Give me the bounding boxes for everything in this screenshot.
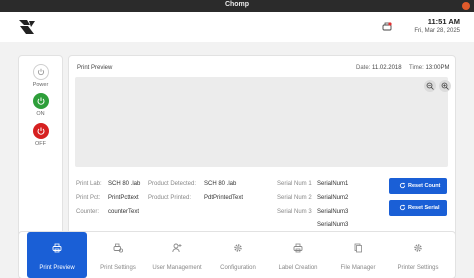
date-label: Date: — [356, 65, 371, 71]
reset-count-label: Reset Count — [408, 183, 441, 189]
counter-label: Counter: — [76, 209, 100, 215]
nav-file-manager[interactable]: File Manager — [328, 232, 388, 278]
date-value: 11.02.2018 — [372, 65, 402, 71]
serial-label: Serial Num 1 — [277, 181, 312, 187]
window-title: Chomp — [224, 1, 250, 8]
serial-value: SerialNum2 — [317, 195, 349, 201]
power-button[interactable] — [33, 64, 49, 80]
power-off-icon — [37, 127, 45, 135]
clock-time: 11:51 AM — [427, 17, 460, 26]
serial-label: Serial Num 2 — [277, 195, 312, 201]
nav-user-management[interactable]: User Management — [147, 232, 207, 278]
on-button[interactable] — [33, 93, 49, 109]
print-lab-row: Print Lab: SCH 80 .lab — [76, 181, 140, 187]
serial-row: Serial Num 1 SerialNum1 — [277, 181, 348, 187]
app-window: 11:51 AM Fri, Mar 28, 2025 Power ON OFF — [0, 12, 474, 278]
counter-value: counterText — [108, 209, 140, 215]
product-printed-row: Product Printed: PdtPrintedText — [148, 195, 243, 201]
power-label: Power — [32, 82, 49, 88]
zoom-in-icon — [441, 82, 449, 90]
power-panel: Power ON OFF — [18, 55, 63, 239]
print-settings-icon — [113, 243, 123, 253]
label-preview-area — [75, 77, 451, 167]
user-add-icon — [172, 243, 182, 253]
print-pct-value: PrintPcttext — [108, 195, 139, 201]
reset-serial-label: Reset Serial — [408, 205, 440, 211]
nav-label: File Manager — [340, 265, 376, 271]
bottom-navigation: Print Preview Print Settings User Manage… — [18, 231, 456, 278]
print-pct-label: Print Pct: — [76, 195, 101, 201]
zoom-out-button[interactable] — [424, 80, 436, 92]
product-printed-label: Product Printed: — [148, 195, 192, 201]
gear-icon — [234, 244, 242, 252]
nav-label: Configuration — [220, 265, 256, 271]
print-lab-label: Print Lab: — [76, 181, 102, 187]
nav-label: Printer Settings — [397, 265, 439, 271]
power-icon — [37, 68, 45, 76]
window-titlebar: Chomp — [0, 0, 474, 12]
app-header: 11:51 AM Fri, Mar 28, 2025 — [0, 12, 474, 42]
nav-label: Label Creation — [278, 265, 318, 271]
gear-icon — [414, 244, 422, 252]
off-label: OFF — [35, 141, 46, 147]
clock: 11:51 AM Fri, Mar 28, 2025 — [414, 17, 460, 34]
refresh-icon — [399, 182, 406, 189]
off-button[interactable] — [33, 123, 49, 139]
serial-value: SerialNum3 — [317, 209, 349, 215]
nav-label: Print Preview — [39, 265, 75, 271]
printer-icon — [293, 243, 303, 253]
nav-configuration[interactable]: Configuration — [208, 232, 268, 278]
zoom-out-icon — [426, 82, 434, 90]
nav-label: User Management — [152, 265, 202, 271]
serial-row: Serial Num 2 SerialNum2 — [277, 195, 348, 201]
date-display: Date: 11.02.2018 — [356, 65, 402, 71]
print-pct-row: Print Pct: PrintPcttext — [76, 195, 139, 201]
serial-value: SerialNum3 — [317, 222, 349, 228]
product-detected-value: SCH 80 .lab — [204, 181, 237, 187]
time-display: Time: 13:00PM — [409, 65, 449, 71]
reset-count-button[interactable]: Reset Count — [389, 178, 447, 194]
print-preview-panel: Print Preview Date: 11.02.2018 Time: 13:… — [68, 55, 456, 239]
print-lab-value: SCH 80 .lab — [108, 181, 141, 187]
reset-serial-button[interactable]: Reset Serial — [389, 200, 447, 216]
nav-label-creation[interactable]: Label Creation — [268, 232, 328, 278]
file-manager-icon — [354, 243, 362, 253]
printer-status-icon[interactable] — [382, 22, 392, 32]
refresh-icon — [399, 204, 406, 211]
nav-printer-settings[interactable]: Printer Settings — [388, 232, 448, 278]
serial-row: Serial Num 3 SerialNum3 — [277, 209, 348, 215]
nav-label: Print Settings — [100, 265, 136, 271]
serial-label: Serial Num 3 — [277, 209, 312, 215]
product-detected-row: Product Detected: SCH 80 .lab — [148, 181, 236, 187]
clock-date: Fri, Mar 28, 2025 — [414, 28, 460, 34]
nav-print-settings[interactable]: Print Settings — [88, 232, 148, 278]
on-label: ON — [36, 111, 45, 117]
product-printed-value: PdtPrintedText — [204, 195, 244, 201]
time-label: Time: — [409, 65, 424, 71]
panel-title: Print Preview — [77, 65, 113, 71]
nav-print-preview[interactable]: Print Preview — [27, 232, 87, 278]
power-on-icon — [37, 97, 45, 105]
counter-row: Counter: counterText — [76, 209, 139, 215]
window-close-button[interactable] — [462, 2, 470, 10]
product-detected-label: Product Detected: — [148, 181, 197, 187]
serial-value: SerialNum1 — [317, 181, 349, 187]
time-value: 13:00PM — [425, 65, 450, 71]
printer-icon — [52, 243, 62, 253]
app-logo — [19, 20, 35, 34]
zoom-in-button[interactable] — [439, 80, 451, 92]
